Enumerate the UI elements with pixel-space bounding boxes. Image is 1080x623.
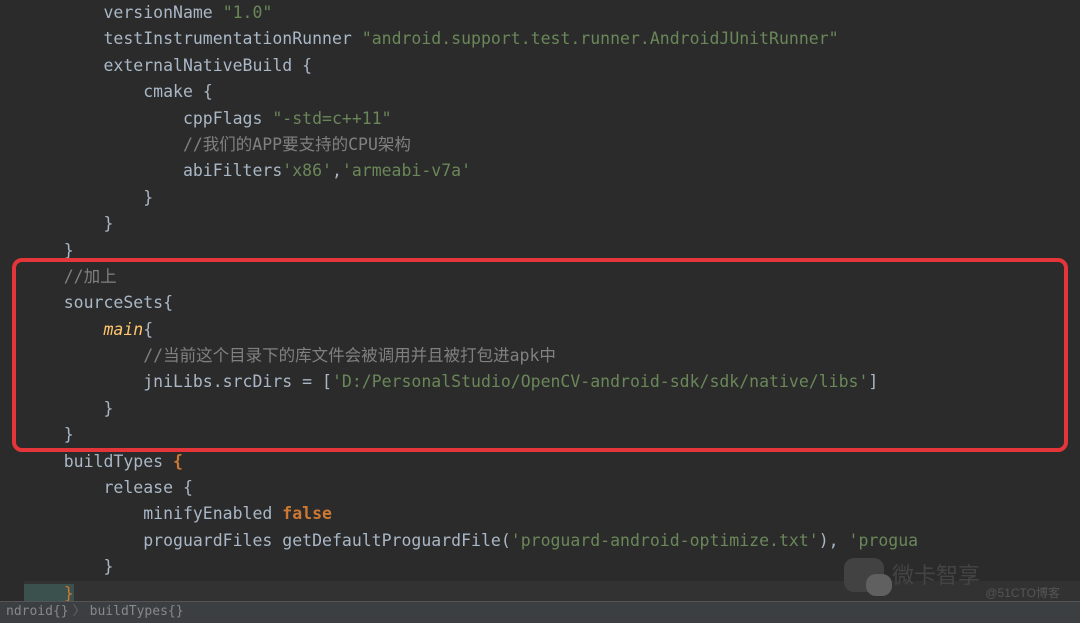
code-line: versionName "1.0"	[24, 0, 1080, 26]
code-line: }	[24, 396, 1080, 422]
code-line: cmake {	[24, 79, 1080, 105]
code-line: main{	[24, 317, 1080, 343]
code-line: //当前这个目录下的库文件会被调用并且被打包进apk中	[24, 343, 1080, 369]
watermark-attribution: @51CTO博客	[985, 584, 1060, 603]
breadcrumb-item[interactable]: ndroid{}	[6, 602, 69, 623]
code-line: proguardFiles getDefaultProguardFile('pr…	[24, 528, 1080, 554]
code-line: //我们的APP要支持的CPU架构	[24, 132, 1080, 158]
watermark-logo: 微卡智享	[844, 558, 980, 593]
code-line: jniLibs.srcDirs = ['D:/PersonalStudio/Op…	[24, 369, 1080, 395]
code-line: }	[24, 185, 1080, 211]
code-line: }	[24, 238, 1080, 264]
code-line: buildTypes {	[24, 449, 1080, 475]
code-line: //加上	[24, 264, 1080, 290]
code-line: externalNativeBuild {	[24, 53, 1080, 79]
code-line: }	[24, 211, 1080, 237]
chevron-right-icon: 〉	[73, 602, 86, 623]
code-line: abiFilters'x86','armeabi-v7a'	[24, 158, 1080, 184]
watermark-text: 微卡智享	[892, 558, 980, 593]
code-line: }	[24, 422, 1080, 448]
code-line: sourceSets{	[24, 290, 1080, 316]
code-line: cppFlags "-std=c++11"	[24, 106, 1080, 132]
code-editor[interactable]: versionName "1.0" testInstrumentationRun…	[0, 0, 1080, 607]
breadcrumb-item[interactable]: buildTypes{}	[90, 602, 184, 623]
code-line: testInstrumentationRunner "android.suppo…	[24, 26, 1080, 52]
breadcrumb-bar[interactable]: ndroid{} 〉 buildTypes{}	[0, 601, 1080, 623]
code-line: release {	[24, 475, 1080, 501]
wechat-icon	[844, 558, 884, 592]
code-line: minifyEnabled false	[24, 501, 1080, 527]
